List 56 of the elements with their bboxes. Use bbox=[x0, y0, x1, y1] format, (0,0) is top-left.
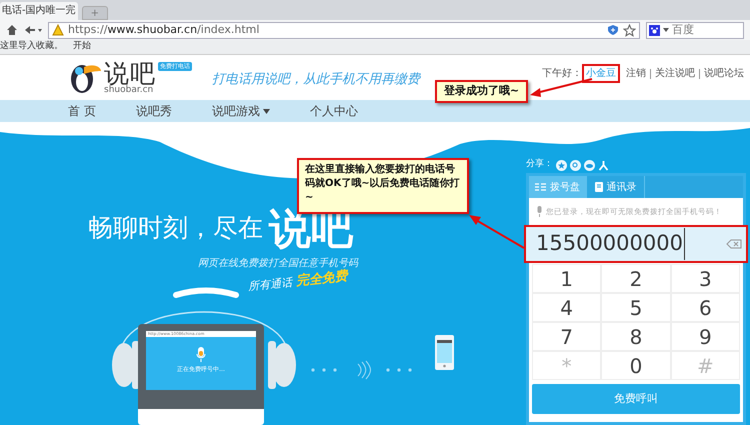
arrow bbox=[530, 78, 592, 97]
person-icon[interactable] bbox=[598, 160, 609, 170]
keypad-key[interactable]: 4 bbox=[532, 293, 602, 322]
microphone-icon bbox=[196, 347, 206, 363]
keypad-key[interactable]: 5 bbox=[601, 293, 671, 322]
share-label: 分享： bbox=[526, 158, 553, 172]
keypad-key[interactable]: 3 bbox=[670, 264, 740, 293]
paw-icon[interactable] bbox=[649, 24, 660, 36]
keypad-key[interactable]: 7 bbox=[532, 322, 602, 351]
backspace-icon[interactable] bbox=[726, 239, 742, 249]
greeting-text: 下午好： bbox=[542, 67, 582, 81]
logo-text: 说吧 bbox=[104, 60, 156, 86]
list-icon bbox=[535, 183, 546, 191]
url-text: https://www.shuobar.cn/index.html bbox=[68, 22, 260, 38]
keypad-key[interactable]: 8 bbox=[601, 322, 671, 351]
tagline-text: 所有通话 bbox=[247, 274, 293, 295]
keypad-key[interactable]: 1 bbox=[532, 264, 602, 293]
warning-icon bbox=[52, 24, 64, 36]
browser-tab[interactable]: 电话-国内唯一完 bbox=[0, 2, 78, 20]
phone-number-text: 15500000000 bbox=[536, 228, 685, 260]
slogan-text: 打电话用说吧，从此手机不用再缴费 bbox=[212, 70, 420, 89]
star-icon[interactable] bbox=[623, 24, 636, 36]
keypad-key[interactable]: 0 bbox=[601, 351, 671, 380]
phone-number-field[interactable]: 15500000000 bbox=[524, 225, 748, 263]
arrow bbox=[469, 215, 524, 249]
header-link[interactable]: 说吧论坛 bbox=[704, 66, 744, 81]
search-engine-name: 百度 bbox=[672, 22, 694, 38]
microphone-icon bbox=[536, 206, 543, 217]
nav-link[interactable]: 说吧游戏 bbox=[212, 102, 270, 120]
header-link[interactable]: 关注说吧 bbox=[655, 66, 695, 81]
bookmark-link[interactable]: 这里导入收藏。 bbox=[0, 40, 63, 54]
shield-icon[interactable] bbox=[607, 24, 619, 36]
callout-box: 登录成功了哦~ bbox=[435, 80, 528, 103]
book-icon bbox=[594, 182, 602, 192]
headline-text: 畅聊时刻，尽在 bbox=[88, 212, 263, 244]
caret-icon[interactable] bbox=[663, 28, 669, 32]
back-icon[interactable] bbox=[24, 24, 42, 36]
keypad-key[interactable]: 9 bbox=[670, 322, 740, 351]
keypad-key[interactable]: 6 bbox=[670, 293, 740, 322]
logo-domain: shuobar.cn bbox=[104, 86, 154, 94]
callout-box: 在这里直接输入您要拨打的电话号码就OK了哦~以后免费电话随你打~ bbox=[297, 158, 469, 214]
subtitle-text: 网页在线免费拨打全国任意手机号码 bbox=[198, 256, 358, 269]
home-icon[interactable] bbox=[6, 24, 18, 36]
address-field[interactable]: https://www.shuobar.cn/index.html bbox=[48, 22, 640, 38]
header-link[interactable]: 注销 bbox=[626, 66, 646, 81]
nav-link[interactable]: 说吧秀 bbox=[136, 102, 172, 120]
search-field[interactable]: 百度 bbox=[646, 22, 744, 38]
keypad-key[interactable]: 2 bbox=[601, 264, 671, 293]
caret-icon bbox=[262, 108, 270, 114]
phone-drawing bbox=[435, 335, 454, 370]
eye-icon[interactable] bbox=[584, 160, 595, 170]
nav-link[interactable]: 首 页 bbox=[68, 102, 96, 120]
tagline-highlight: 完全免费 bbox=[295, 268, 349, 292]
nav-link[interactable]: 个人中心 bbox=[310, 102, 358, 120]
bookmark-link[interactable]: 开始 bbox=[73, 40, 91, 54]
star-icon[interactable] bbox=[556, 160, 567, 170]
